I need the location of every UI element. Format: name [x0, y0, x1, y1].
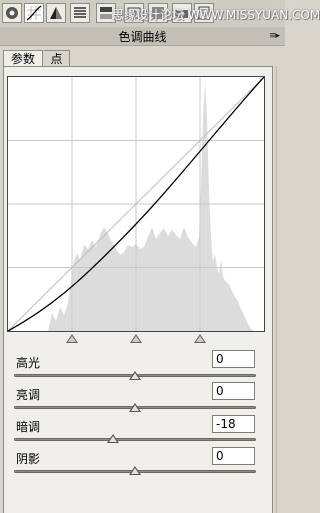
- lights-label: 亮调: [16, 388, 41, 402]
- panel-title-bar: 色调曲线 ≡▸: [0, 27, 285, 46]
- highlights-label: 高光: [16, 356, 41, 370]
- histogram: [48, 82, 253, 331]
- shadows-label: 阴影: [16, 452, 41, 466]
- panel-menu-icon[interactable]: ≡▸: [269, 31, 280, 41]
- aperture-icon[interactable]: [2, 3, 22, 23]
- split-marker-midtones[interactable]: [130, 334, 142, 343]
- shadows-value-input[interactable]: 0: [212, 447, 255, 465]
- darks-value-input[interactable]: -18: [212, 415, 255, 433]
- tone-curve-graph[interactable]: [7, 76, 265, 332]
- scrollbar[interactable]: [276, 66, 286, 513]
- watermark-text: 思缘设计论坛 WWW.MISSYUAN.COM: [112, 8, 320, 22]
- split-marker-highlights[interactable]: [194, 334, 206, 343]
- shadows-slider-thumb[interactable]: [129, 466, 141, 475]
- triangle-levels-icon[interactable]: [46, 3, 66, 23]
- tone-curve-icon[interactable]: [24, 3, 44, 23]
- highlights-slider-thumb[interactable]: [129, 371, 141, 380]
- split-marker-shadows[interactable]: [66, 334, 78, 343]
- panel-title: 色调曲线: [118, 30, 167, 44]
- hsl-lines-icon[interactable]: [70, 3, 90, 23]
- highlights-value-input[interactable]: 0: [212, 350, 255, 368]
- darks-slider-thumb[interactable]: [107, 434, 119, 443]
- darks-label: 暗调: [16, 420, 41, 434]
- lights-slider-thumb[interactable]: [129, 403, 141, 412]
- panel-toolbar: 思缘设计论坛 WWW.MISSYUAN.COM: [0, 0, 320, 28]
- tab-parametric[interactable]: 参数: [3, 50, 43, 67]
- darks-slider-track[interactable]: [14, 438, 256, 441]
- lights-value-input[interactable]: 0: [212, 382, 255, 400]
- tab-point[interactable]: 点: [44, 50, 70, 67]
